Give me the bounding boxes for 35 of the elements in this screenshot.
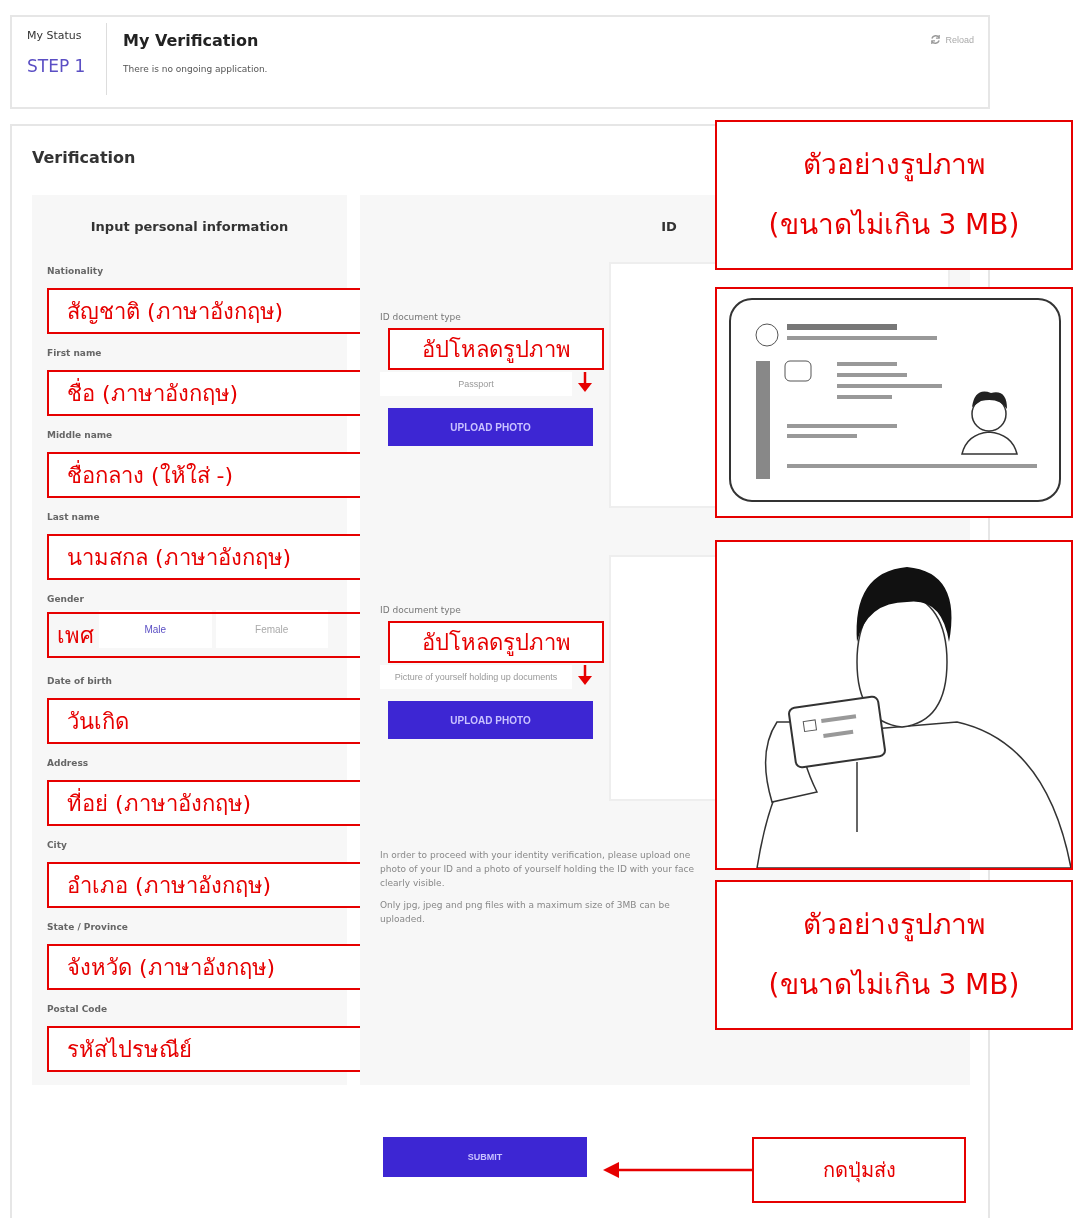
upload-button[interactable]: UPLOAD PHOTO	[388, 408, 593, 446]
panel-title: ID	[660, 219, 677, 234]
annotation-label: ตัวอย่างรูปภาพ (ขนาดไม่เกิน 3 MB)	[715, 880, 1073, 1030]
gender-option[interactable]: Male	[99, 610, 212, 648]
arrow	[578, 665, 592, 685]
field-label: Address	[47, 758, 89, 770]
field-label: Middle name	[47, 430, 113, 442]
reload-icon	[930, 34, 942, 45]
field-label: Date of birth	[47, 676, 112, 688]
status-label: My Status	[27, 29, 83, 42]
arrow	[578, 372, 592, 392]
annotation-label: อัปโหลดรูปภาพ	[388, 328, 604, 370]
annotation-label: อัปโหลดรูปภาพ	[388, 621, 604, 663]
select-field[interactable]: Passport	[380, 372, 572, 396]
field-label: City	[47, 840, 67, 852]
instruction-text: Only jpg, jpeg and png files with a maximum size of 3MB can be uploaded.	[380, 899, 671, 926]
annotation-label: ตัวอย่างรูปภาพ (ขนาดไม่เกิน 3 MB)	[715, 120, 1073, 270]
upload-button[interactable]: UPLOAD PHOTO	[388, 701, 593, 739]
section-title: Verification	[32, 148, 136, 167]
select-field[interactable]: Picture of yourself holding up documents	[380, 665, 572, 689]
status-step: STEP 1	[27, 56, 106, 76]
field-label: State / Province	[47, 922, 128, 934]
page-title: My Verification	[123, 31, 259, 50]
instruction-text: In order to proceed with your identity verification, please upload one photo of your ID and a photo of yourself holding the ID with your face clearly visible.	[380, 849, 695, 890]
submit-button[interactable]: SUBMIT	[383, 1137, 587, 1177]
field-label: Gender	[47, 594, 84, 606]
field-label: Postal Code	[47, 1004, 108, 1016]
field-label: First name	[47, 348, 102, 360]
field-label: Last name	[47, 512, 100, 524]
field-label: ID document type	[380, 312, 461, 324]
annotation-label: กดปุ่มส่ง	[752, 1137, 966, 1203]
status-message: There is no ongoing application.	[123, 64, 269, 74]
field-label: Nationality	[47, 266, 103, 278]
field-label: ID document type	[380, 605, 461, 617]
panel-title: Input personal information	[90, 219, 289, 234]
